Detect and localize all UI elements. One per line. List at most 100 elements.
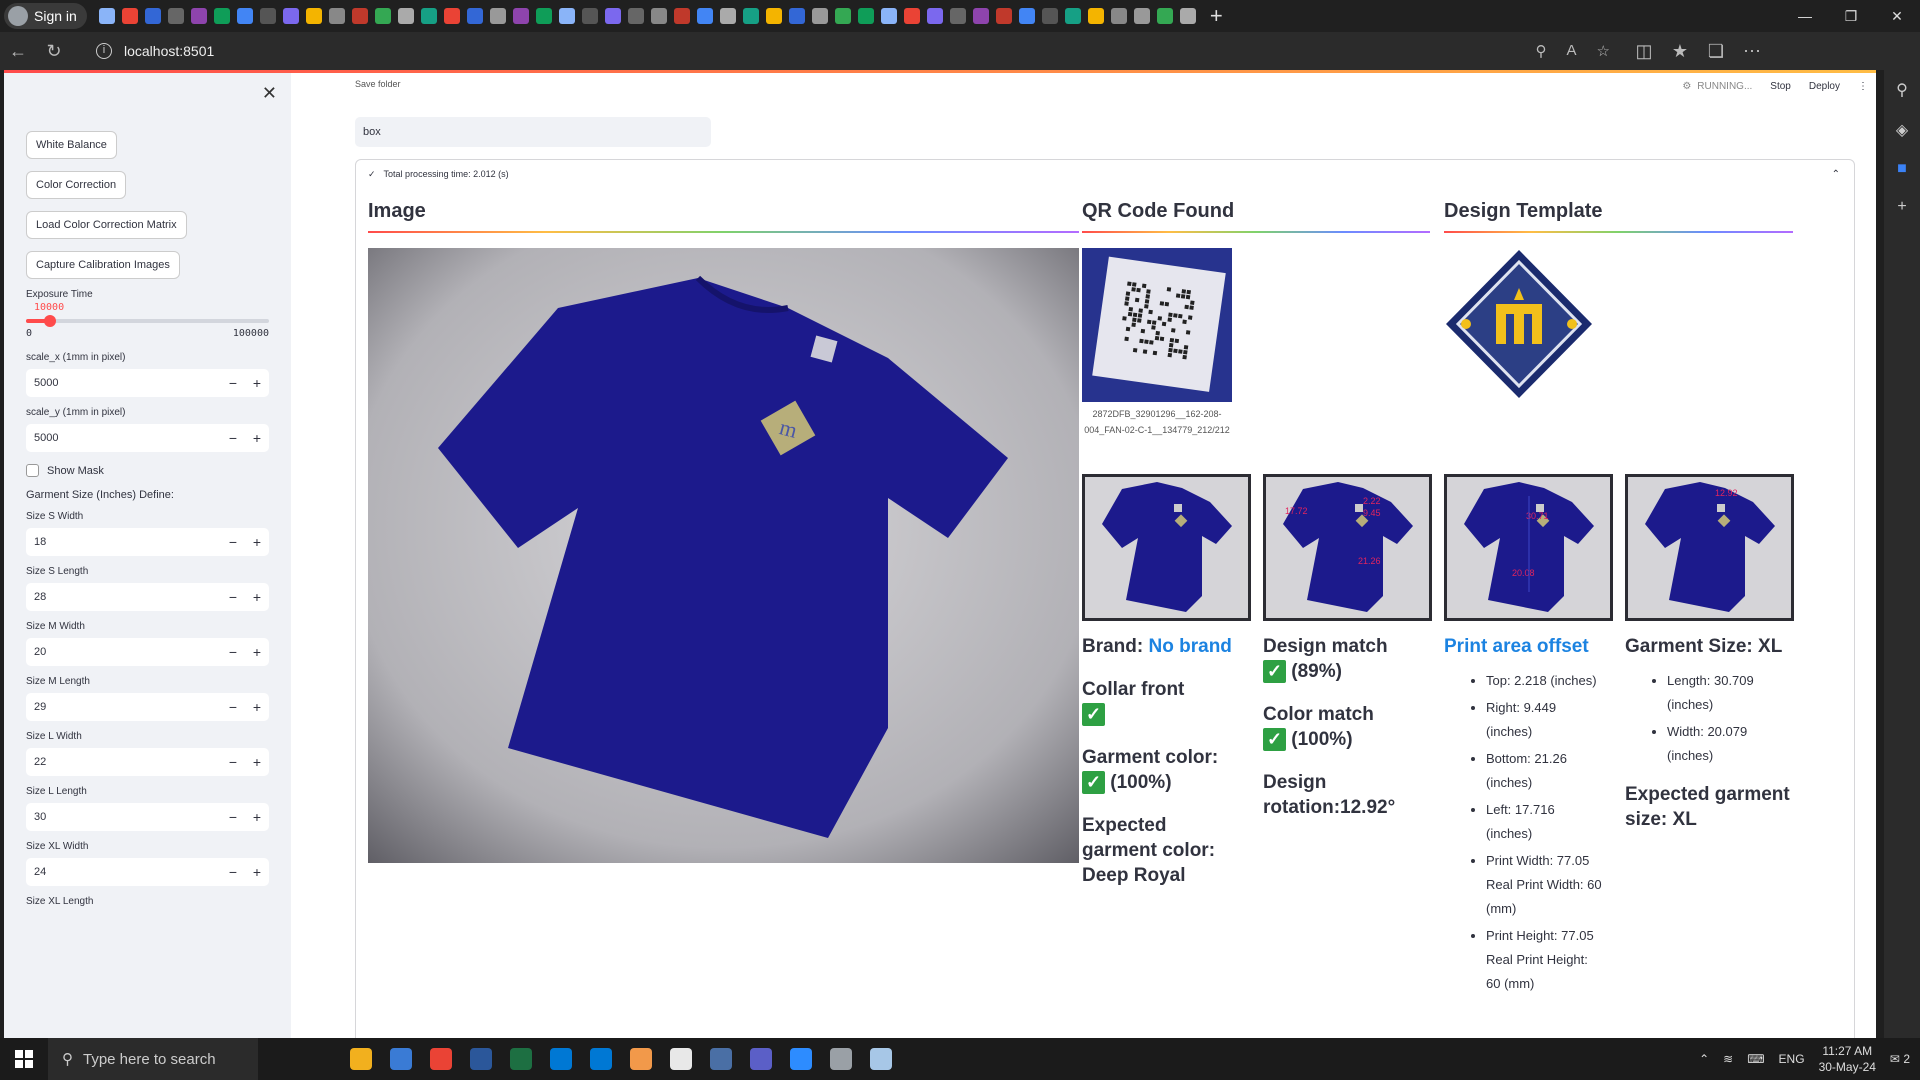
taskbar-app-icon[interactable]	[630, 1048, 652, 1070]
decrement-button[interactable]: −	[221, 809, 245, 825]
favorites-icon[interactable]: ★	[1662, 41, 1698, 62]
size-input[interactable]: 18− +	[26, 528, 269, 556]
outlook-icon[interactable]: ■	[1897, 160, 1907, 178]
favorite-star-icon[interactable]: ☆	[1597, 42, 1610, 60]
browser-tab-icon[interactable]	[719, 8, 736, 24]
increment-button[interactable]: +	[245, 589, 269, 605]
browser-tab-icon[interactable]	[167, 8, 184, 24]
restore-icon[interactable]: ❐	[1828, 0, 1874, 32]
increment-button[interactable]: +	[245, 644, 269, 660]
close-window-icon[interactable]: ✕	[1874, 0, 1920, 32]
size-input[interactable]: 20− +	[26, 638, 269, 666]
browser-tab-icon[interactable]	[1156, 8, 1173, 24]
browser-tab-icon[interactable]	[190, 8, 207, 24]
increment-button[interactable]: +	[245, 375, 269, 391]
browser-tab-icon[interactable]	[466, 8, 483, 24]
taskbar-app-icon[interactable]	[430, 1048, 452, 1070]
decrement-button[interactable]: −	[221, 864, 245, 880]
size-input[interactable]: 24− +	[26, 858, 269, 886]
taskbar-app-icon[interactable]	[350, 1048, 372, 1070]
sign-in-button[interactable]: Sign in	[4, 3, 87, 29]
minimize-icon[interactable]: —	[1782, 0, 1828, 32]
browser-tab-icon[interactable]	[1064, 8, 1081, 24]
decrement-button[interactable]: −	[221, 589, 245, 605]
browser-tab-icon[interactable]	[374, 8, 391, 24]
browser-tab-icon[interactable]	[834, 8, 851, 24]
decrement-button[interactable]: −	[221, 754, 245, 770]
color-correction-button[interactable]: Color Correction	[26, 171, 127, 199]
decrement-button[interactable]: −	[221, 430, 245, 446]
browser-tab-icon[interactable]	[282, 8, 299, 24]
taskbar-search[interactable]: ⚲ Type here to search	[48, 1038, 258, 1080]
browser-tab-icon[interactable]	[489, 8, 506, 24]
increment-button[interactable]: +	[245, 699, 269, 715]
scale-y-input[interactable]: 5000 − +	[26, 424, 269, 452]
read-aloud-icon[interactable]: A	[1567, 42, 1577, 60]
zoom-icon[interactable]: ⚲	[1536, 42, 1547, 60]
more-menu-icon[interactable]: ⋯	[1734, 41, 1770, 62]
deploy-button[interactable]: Deploy	[1809, 81, 1840, 92]
browser-tab-icon[interactable]	[1110, 8, 1127, 24]
expander-header[interactable]: ✓ Total processing time: 2.012 (s) ⌃	[356, 160, 1854, 188]
taskbar-app-icon[interactable]	[670, 1048, 692, 1070]
close-sidebar-icon[interactable]: ✕	[262, 83, 277, 104]
split-screen-icon[interactable]: ◫	[1626, 41, 1662, 62]
collections-icon[interactable]: ❏	[1698, 41, 1734, 62]
browser-tab-icon[interactable]	[121, 8, 138, 24]
size-input[interactable]: 30− +	[26, 803, 269, 831]
taskbar-app-icon[interactable]	[710, 1048, 732, 1070]
taskbar-app-icon[interactable]	[590, 1048, 612, 1070]
browser-tab-icon[interactable]	[98, 8, 115, 24]
browser-tab-icon[interactable]	[696, 8, 713, 24]
url-field[interactable]: i localhost:8501 ⚲ A ☆	[86, 36, 1626, 66]
refresh-icon[interactable]: ↻	[36, 41, 72, 62]
increment-button[interactable]: +	[245, 809, 269, 825]
taskbar-app-icon[interactable]	[870, 1048, 892, 1070]
taskbar-app-icon[interactable]	[390, 1048, 412, 1070]
browser-tab-icon[interactable]	[742, 8, 759, 24]
search-icon[interactable]: ⚲	[1896, 80, 1908, 100]
copilot-icon[interactable]: ◈	[1896, 120, 1908, 140]
increment-button[interactable]: +	[245, 754, 269, 770]
browser-tab-icon[interactable]	[213, 8, 230, 24]
browser-tab-icon[interactable]	[972, 8, 989, 24]
taskbar-app-icon[interactable]	[750, 1048, 772, 1070]
browser-tab-icon[interactable]	[1179, 8, 1196, 24]
taskbar-app-icon[interactable]	[550, 1048, 572, 1070]
checkbox-box[interactable]	[26, 464, 39, 477]
site-info-icon[interactable]: i	[96, 43, 112, 59]
browser-tab-icon[interactable]	[581, 8, 598, 24]
white-balance-button[interactable]: White Balance	[26, 131, 117, 159]
slider-thumb[interactable]	[44, 315, 57, 327]
browser-tab-icon[interactable]	[259, 8, 276, 24]
chevron-up-icon[interactable]: ⌃	[1832, 169, 1840, 180]
language[interactable]: ENG	[1779, 1052, 1805, 1066]
browser-tab-icon[interactable]	[926, 8, 943, 24]
browser-tab-icon[interactable]	[443, 8, 460, 24]
browser-tab-icon[interactable]	[558, 8, 575, 24]
browser-tab-icon[interactable]	[1018, 8, 1035, 24]
browser-tab-icon[interactable]	[673, 8, 690, 24]
decrement-button[interactable]: −	[221, 534, 245, 550]
increment-button[interactable]: +	[245, 864, 269, 880]
wifi-icon[interactable]: ≋	[1723, 1052, 1733, 1066]
clock[interactable]: 11:27 AM 30-May-24	[1819, 1043, 1876, 1075]
taskbar-app-icon[interactable]	[790, 1048, 812, 1070]
print-offset-link[interactable]: Print area offset	[1444, 636, 1589, 657]
size-input[interactable]: 29− +	[26, 693, 269, 721]
browser-tab-icon[interactable]	[903, 8, 920, 24]
browser-tab-icon[interactable]	[949, 8, 966, 24]
browser-tab-icon[interactable]	[1087, 8, 1104, 24]
browser-tab-icon[interactable]	[397, 8, 414, 24]
decrement-button[interactable]: −	[221, 644, 245, 660]
exposure-slider[interactable]: 10000 0 100000	[26, 302, 269, 342]
browser-tab-icon[interactable]	[305, 8, 322, 24]
browser-tab-icon[interactable]	[811, 8, 828, 24]
load-ccm-button[interactable]: Load Color Correction Matrix	[26, 211, 187, 239]
browser-tab-icon[interactable]	[765, 8, 782, 24]
browser-tab-icon[interactable]	[788, 8, 805, 24]
browser-tab-icon[interactable]	[627, 8, 644, 24]
increment-button[interactable]: +	[245, 430, 269, 446]
capture-calibration-button[interactable]: Capture Calibration Images	[26, 251, 180, 279]
new-tab-icon[interactable]: +	[1210, 3, 1223, 29]
